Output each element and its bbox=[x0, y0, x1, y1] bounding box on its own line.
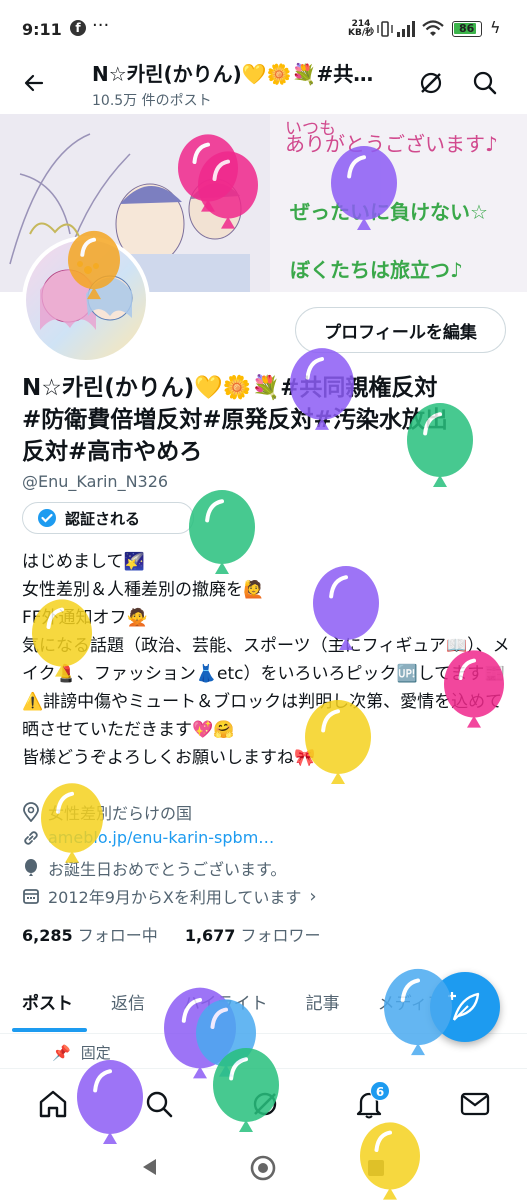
post-count: 10.5万 件のポスト bbox=[92, 93, 212, 109]
tab-articles[interactable]: 記事 bbox=[284, 989, 340, 1014]
network-speed: 214 KB/秒 bbox=[348, 19, 375, 38]
website-link[interactable]: ameblo.jp/enu-karin-spbm… bbox=[48, 828, 274, 847]
bottom-navigation: 6 bbox=[0, 1068, 527, 1136]
messages-envelope-icon[interactable] bbox=[460, 1091, 490, 1117]
active-tab-indicator bbox=[12, 1028, 87, 1032]
calendar-icon bbox=[23, 889, 39, 904]
system-recents-icon[interactable] bbox=[366, 1158, 386, 1178]
pin-icon: 📌 bbox=[52, 1044, 71, 1062]
banner-text-thanks: ありがとうございます♪ bbox=[285, 132, 498, 156]
tab-replies[interactable]: 返信 bbox=[89, 989, 145, 1014]
location-icon bbox=[23, 802, 39, 822]
balloon-birthday-icon bbox=[25, 859, 37, 876]
website-row[interactable]: ameblo.jp/enu-karin-spbm… bbox=[22, 828, 274, 847]
feather-plus-icon bbox=[448, 992, 480, 1021]
tab-highlights[interactable]: ハイライト bbox=[161, 989, 268, 1014]
vibrate-icon bbox=[377, 21, 393, 37]
facebook-icon: f bbox=[70, 20, 86, 36]
profile-bio: はじめまして🌠 女性差別＆人種差別の撤廃を🙋 FF外通知オフ🙅 気になる話題（政… bbox=[22, 552, 510, 768]
pinned-label: 📌 固定 bbox=[52, 1044, 111, 1062]
search-icon[interactable] bbox=[472, 70, 498, 96]
notification-badge: 6 bbox=[370, 1081, 390, 1101]
verified-badge-icon bbox=[38, 509, 56, 527]
display-name: N☆카린(かりん)💛🌼💐#共同親権反対 #防衛費倍増反対#原発反対#汚染水放出 … bbox=[22, 375, 448, 465]
charging-icon: ϟ bbox=[490, 18, 501, 37]
tab-posts[interactable]: ポスト bbox=[0, 989, 73, 1014]
back-arrow-icon[interactable] bbox=[22, 71, 46, 95]
status-bar: 9:11 f ··· 214 KB/秒 86 ϟ bbox=[0, 0, 527, 56]
more-notifications-icon: ··· bbox=[92, 15, 110, 36]
link-icon bbox=[24, 830, 38, 845]
wifi-icon bbox=[422, 20, 444, 36]
banner-text-journey: ぼくたちは旅立つ♪ bbox=[290, 258, 463, 282]
header-title: N☆카린(かりん)💛🌼💐#共… bbox=[92, 62, 374, 86]
location-row: 女性差別だらけの国 bbox=[22, 800, 192, 824]
chevron-right-icon[interactable]: › bbox=[309, 886, 316, 907]
grok-icon[interactable] bbox=[418, 70, 444, 96]
system-back-icon[interactable] bbox=[138, 1156, 160, 1178]
compose-post-button[interactable] bbox=[430, 972, 500, 1042]
avatar[interactable] bbox=[22, 236, 150, 364]
home-icon[interactable] bbox=[38, 1089, 68, 1119]
banner-text-never-lose: ぜったいに負けない☆ bbox=[290, 200, 488, 224]
status-time: 9:11 bbox=[22, 20, 62, 39]
birthday-row: お誕生日おめでとうございます。 bbox=[22, 856, 286, 880]
system-home-icon[interactable] bbox=[249, 1154, 277, 1182]
top-bar: N☆카린(かりん)💛🌼💐#共… 10.5万 件のポスト bbox=[0, 50, 527, 114]
edit-profile-button[interactable]: プロフィールを編集 bbox=[295, 307, 506, 353]
grok-nav-icon[interactable] bbox=[250, 1089, 280, 1119]
followers-link[interactable]: 1,677 フォロワー bbox=[185, 926, 321, 945]
avatar-illustration bbox=[40, 261, 133, 330]
signal-icon bbox=[397, 21, 415, 37]
user-handle: @Enu_Karin_N326 bbox=[22, 472, 169, 491]
search-nav-icon[interactable] bbox=[144, 1089, 174, 1119]
get-verified-button[interactable]: 認証される bbox=[22, 502, 194, 534]
following-link[interactable]: 6,285 フォロー中 bbox=[22, 926, 158, 945]
follow-stats: 6,285 フォロー中 1,677 フォロワー bbox=[22, 922, 321, 946]
joined-row: 2012年9月からXを利用しています › bbox=[22, 884, 317, 908]
battery-icon: 86 bbox=[452, 21, 482, 37]
system-navigation-bar bbox=[0, 1136, 527, 1200]
